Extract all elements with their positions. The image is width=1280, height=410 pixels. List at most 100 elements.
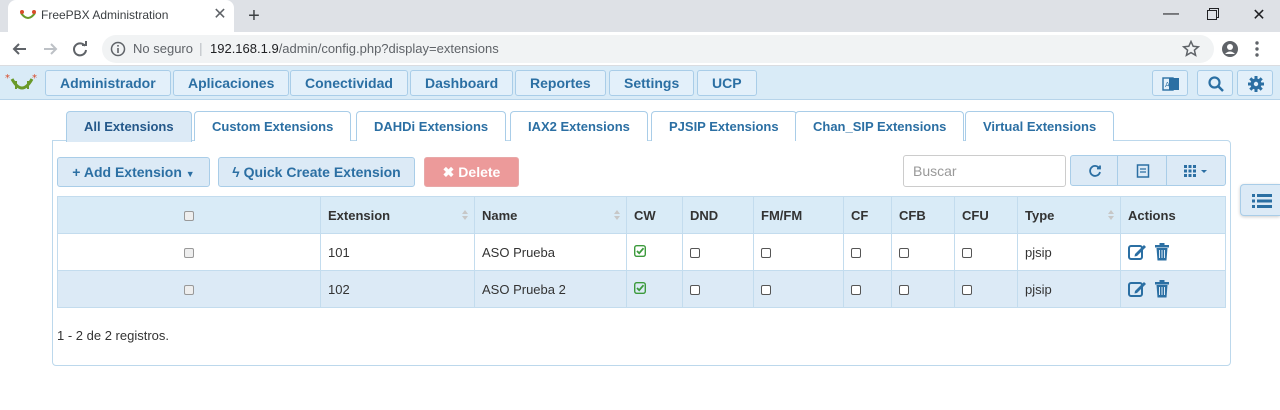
bookmark-star-icon[interactable] bbox=[1182, 40, 1200, 58]
col-name[interactable]: Name bbox=[474, 196, 627, 234]
actions-cell bbox=[1120, 233, 1226, 271]
tab-dahdi-extensions[interactable]: DAHDi Extensions bbox=[356, 111, 507, 141]
type-cell: pjsip bbox=[1017, 270, 1121, 308]
search-button[interactable] bbox=[1197, 70, 1233, 96]
columns-button[interactable] bbox=[1166, 155, 1226, 186]
restore-icon[interactable] bbox=[1207, 8, 1219, 20]
col-dnd: DND bbox=[682, 196, 754, 234]
row-select-checkbox[interactable] bbox=[184, 248, 194, 259]
browser-tab[interactable]: FreePBX Administration ✕ bbox=[8, 0, 234, 32]
nav-aplicaciones[interactable]: Aplicaciones bbox=[173, 70, 290, 96]
freepbx-favicon-icon bbox=[20, 10, 36, 19]
add-extension-label: Add Extension bbox=[83, 164, 182, 180]
cw-cell bbox=[626, 233, 683, 271]
cfb-checkbox[interactable] bbox=[899, 285, 909, 296]
back-icon[interactable] bbox=[10, 39, 30, 59]
tab-pjsip-extensions[interactable]: PJSIP Extensions bbox=[651, 111, 797, 141]
tab-custom-extensions[interactable]: Custom Extensions bbox=[194, 111, 352, 141]
actions-cell bbox=[1120, 270, 1226, 308]
type-cell: pjsip bbox=[1017, 233, 1121, 271]
trash-icon[interactable] bbox=[1154, 243, 1170, 261]
add-extension-button[interactable]: + Add Extension ▼ bbox=[57, 157, 210, 187]
row-select-checkbox[interactable] bbox=[184, 285, 194, 296]
url-text: 192.168.1.9/admin/config.php?display=ext… bbox=[210, 41, 499, 56]
nav-ucp[interactable]: UCP bbox=[697, 70, 757, 96]
language-icon: A bbox=[1162, 77, 1179, 91]
name-cell: ASO Prueba bbox=[474, 233, 627, 271]
nav-settings[interactable]: Settings bbox=[609, 70, 695, 96]
edit-icon[interactable] bbox=[1128, 243, 1148, 261]
cf-checkbox[interactable] bbox=[851, 248, 861, 259]
cf-checkbox[interactable] bbox=[851, 285, 861, 296]
sort-icon bbox=[462, 210, 468, 220]
table-row: 102 ASO Prueba 2 pjsip bbox=[57, 270, 1226, 308]
insecure-label: No seguro bbox=[133, 41, 193, 56]
cfu-cell bbox=[954, 270, 1018, 308]
bolt-icon: ϟ bbox=[232, 164, 240, 180]
cfu-checkbox[interactable] bbox=[962, 285, 972, 296]
trash-icon[interactable] bbox=[1154, 280, 1170, 298]
dnd-checkbox[interactable] bbox=[690, 248, 700, 259]
delete-button[interactable]: ✖ Delete bbox=[424, 157, 519, 187]
tab-virtual-extensions[interactable]: Virtual Extensions bbox=[965, 111, 1115, 141]
cfb-checkbox[interactable] bbox=[899, 248, 909, 259]
account-icon[interactable] bbox=[1221, 40, 1239, 58]
dnd-checkbox[interactable] bbox=[690, 285, 700, 296]
table-header-row: Extension Name CW DND FM/FM CF CFB CFU T… bbox=[57, 196, 1226, 234]
cf-cell bbox=[843, 270, 892, 308]
quick-create-label: Quick Create Extension bbox=[243, 164, 401, 180]
sort-icon bbox=[614, 210, 620, 220]
browser-tab-strip: FreePBX Administration ✕ + — ✕ bbox=[0, 0, 1280, 32]
nav-reportes[interactable]: Reportes bbox=[515, 70, 606, 96]
edit-icon[interactable] bbox=[1128, 280, 1148, 298]
side-menu-button[interactable] bbox=[1240, 184, 1280, 216]
col-cw: CW bbox=[626, 196, 683, 234]
svg-text:*: * bbox=[32, 73, 37, 84]
grid-columns-icon bbox=[1184, 165, 1207, 177]
tab-all-extensions[interactable]: All Extensions bbox=[66, 111, 192, 142]
close-window-icon[interactable]: ✕ bbox=[1248, 5, 1270, 25]
close-tab-icon[interactable]: ✕ bbox=[211, 6, 229, 24]
search-input[interactable] bbox=[903, 155, 1066, 187]
col-extension[interactable]: Extension bbox=[320, 196, 475, 234]
toggle-view-button[interactable] bbox=[1117, 155, 1167, 186]
freepbx-logo-icon[interactable]: * * bbox=[4, 71, 40, 95]
nav-administrador[interactable]: Administrador bbox=[45, 70, 171, 96]
settings-button[interactable] bbox=[1237, 70, 1273, 96]
svg-text:*: * bbox=[5, 73, 10, 84]
col-cfu: CFU bbox=[954, 196, 1018, 234]
select-all-checkbox[interactable] bbox=[184, 211, 194, 222]
cfu-cell bbox=[954, 233, 1018, 271]
cfu-checkbox[interactable] bbox=[962, 248, 972, 259]
col-fmfm: FM/FM bbox=[753, 196, 844, 234]
fmfm-checkbox[interactable] bbox=[761, 285, 771, 296]
cw-cell bbox=[626, 270, 683, 308]
tab-iax2-extensions[interactable]: IAX2 Extensions bbox=[510, 111, 648, 141]
address-bar[interactable]: No seguro | 192.168.1.9/admin/config.php… bbox=[102, 35, 1214, 63]
extension-cell: 101 bbox=[320, 233, 475, 271]
cf-cell bbox=[843, 233, 892, 271]
nav-conectividad[interactable]: Conectividad bbox=[290, 70, 408, 96]
new-tab-icon[interactable]: + bbox=[243, 5, 265, 28]
minimize-icon[interactable]: — bbox=[1160, 5, 1182, 23]
language-button[interactable]: A bbox=[1152, 70, 1188, 96]
table-row: 101 ASO Prueba pjsip bbox=[57, 233, 1226, 271]
browser-menu-icon[interactable] bbox=[1252, 40, 1262, 58]
reload-icon[interactable] bbox=[70, 39, 90, 59]
nav-dashboard[interactable]: Dashboard bbox=[410, 70, 514, 96]
gear-icon bbox=[1248, 76, 1264, 92]
col-actions: Actions bbox=[1120, 196, 1226, 234]
quick-create-extension-button[interactable]: ϟ Quick Create Extension bbox=[218, 157, 415, 187]
info-icon[interactable] bbox=[110, 41, 126, 57]
cw-checked-icon[interactable] bbox=[633, 244, 647, 257]
dnd-cell bbox=[682, 270, 754, 308]
tab-chan-sip-extensions[interactable]: Chan_SIP Extensions bbox=[795, 111, 965, 141]
dnd-cell bbox=[682, 233, 754, 271]
col-type[interactable]: Type bbox=[1017, 196, 1121, 234]
fmfm-checkbox[interactable] bbox=[761, 248, 771, 259]
select-all-header[interactable] bbox=[57, 196, 321, 234]
url-separator: | bbox=[199, 40, 203, 56]
cw-checked-icon[interactable] bbox=[633, 281, 647, 294]
forward-icon[interactable] bbox=[40, 39, 60, 59]
refresh-button[interactable] bbox=[1070, 155, 1118, 186]
